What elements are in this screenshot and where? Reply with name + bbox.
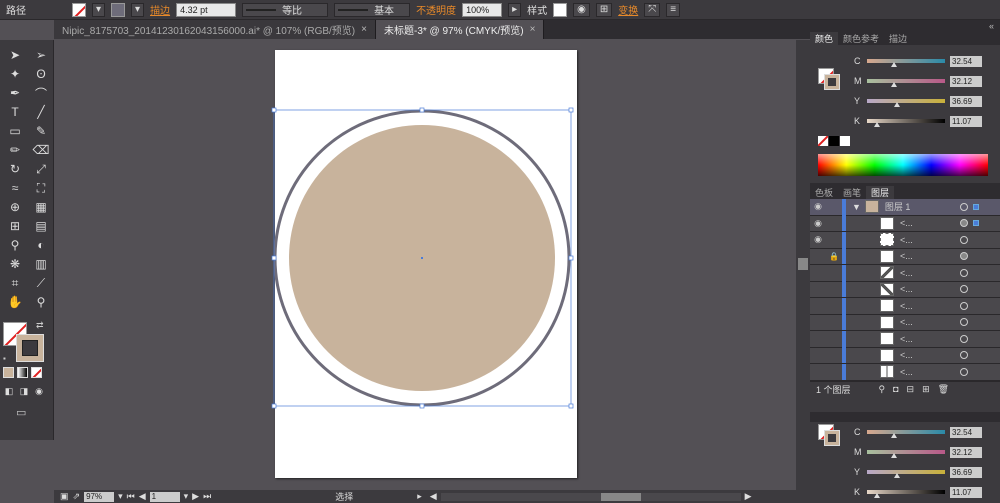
sublayer-row[interactable]: <... xyxy=(810,330,1000,348)
delete-layer-icon[interactable]: 🗑 xyxy=(938,384,949,395)
white-swatch[interactable] xyxy=(840,136,850,146)
color-spectrum[interactable] xyxy=(818,154,988,176)
tab-stroke[interactable]: 描边 xyxy=(884,32,912,45)
page-dropdown[interactable]: ▾ xyxy=(184,491,189,502)
layers-footer: 1 个图层 ⚲ ◘ ⊟ ⊞ 🗑 xyxy=(810,380,1000,397)
sublayer-row[interactable]: <... xyxy=(810,314,1000,331)
panel-stroke-box-2[interactable] xyxy=(824,430,840,446)
first-page-icon[interactable]: ⏮ xyxy=(127,491,135,502)
layer-row[interactable]: ◉ ▼ 图层 1 xyxy=(810,198,1000,216)
black-swatch[interactable] xyxy=(829,136,839,146)
prev-page-icon[interactable]: ◀ xyxy=(139,491,146,502)
eye-icon[interactable]: ◉ xyxy=(810,201,826,212)
sublayer-row[interactable]: <... xyxy=(810,297,1000,315)
horizontal-scrollbar[interactable] xyxy=(440,492,741,501)
none-swatch[interactable] xyxy=(818,136,828,146)
sublayer-row[interactable]: <... xyxy=(810,264,1000,282)
make-clip-mask-icon[interactable]: ◘ xyxy=(893,384,898,394)
quick-swatches xyxy=(818,136,850,146)
slider-k-2[interactable]: K 11.07 xyxy=(810,482,1000,502)
zoom-input[interactable]: 97% xyxy=(84,491,115,502)
layers-panel: 色板 画笔 图层 ◉ ▼ 图层 1 ◉ <... ◉ <... 🔒 <... <... <… xyxy=(810,183,1000,397)
sublayer-row[interactable]: ◉ <... xyxy=(810,215,1000,232)
eye-icon[interactable]: ◉ xyxy=(810,234,826,245)
layer-count: 1 个图层 xyxy=(816,384,851,395)
layers-panel-tabs: 色板 画笔 图层 xyxy=(810,183,1000,199)
locate-object-icon[interactable]: ⚲ xyxy=(879,384,886,395)
tab-swatches[interactable]: 色板 xyxy=(810,186,838,199)
share-icon[interactable]: ⇗ xyxy=(73,491,81,502)
tab-color[interactable]: 颜色 xyxy=(810,32,839,45)
secondary-panel-header xyxy=(810,412,1000,422)
horizontal-scroll-thumb[interactable] xyxy=(600,492,641,501)
expand-icon[interactable]: ▼ xyxy=(852,202,861,212)
status-tool-label: 选择 xyxy=(335,492,354,502)
right-panel: « 颜色 颜色参考 描边 C 32.54 M 32.12 Y 36.69 K 11.07… xyxy=(810,20,1000,503)
eye-icon[interactable]: ◉ xyxy=(810,218,826,229)
lock-icon[interactable]: 🔒 xyxy=(826,252,842,261)
center-point xyxy=(421,257,423,259)
page-input[interactable]: 1 xyxy=(149,491,180,502)
color-panel-secondary: C 32.54 M 32.12 Y 36.69 K 11.07 xyxy=(810,412,1000,502)
scroll-left-icon[interactable]: ◀ xyxy=(430,491,437,502)
zoom-dropdown[interactable]: ▾ xyxy=(118,491,123,502)
status-arrow-icon[interactable]: ▸ xyxy=(417,491,422,502)
new-sublayer-icon[interactable]: ⊟ xyxy=(907,384,915,395)
tab-layers[interactable]: 图层 xyxy=(866,186,895,199)
tab-color-guide[interactable]: 颜色参考 xyxy=(838,32,884,45)
vertical-scroll-thumb[interactable] xyxy=(798,258,808,270)
sublayer-row[interactable]: <... xyxy=(810,281,1000,298)
sublayer-row[interactable]: 🔒 <... xyxy=(810,248,1000,265)
slider-k[interactable]: K 11.07 xyxy=(810,111,1000,131)
last-page-icon[interactable]: ⏭ xyxy=(203,491,211,502)
sublayer-row[interactable]: ◉ <... xyxy=(810,231,1000,249)
slider-y-2[interactable]: Y 36.69 xyxy=(810,462,1000,482)
slider-c[interactable]: C 32.54 xyxy=(810,51,1000,71)
sublayer-row[interactable]: <... xyxy=(810,347,1000,364)
scroll-right-icon[interactable]: ▶ xyxy=(745,491,752,502)
panel-collapse-bar[interactable]: « xyxy=(810,20,1000,31)
artboard-nav-icon[interactable]: ▣ xyxy=(60,491,69,502)
color-panel-tabs: 颜色 颜色参考 描边 xyxy=(810,31,1000,45)
new-layer-icon[interactable]: ⊞ xyxy=(922,384,930,395)
panel-stroke-box[interactable] xyxy=(824,74,840,90)
next-page-icon[interactable]: ▶ xyxy=(192,491,199,502)
sublayer-row[interactable]: <... xyxy=(810,363,1000,381)
status-bar: ▣ ⇗ 97% ▾ ⏮ ◀ 1 ▾ ▶ ⏭ 选择 ▸ ◀ ▶ xyxy=(54,490,810,503)
tab-brushes[interactable]: 画笔 xyxy=(838,186,866,199)
slider-y[interactable]: Y 36.69 xyxy=(810,91,1000,111)
